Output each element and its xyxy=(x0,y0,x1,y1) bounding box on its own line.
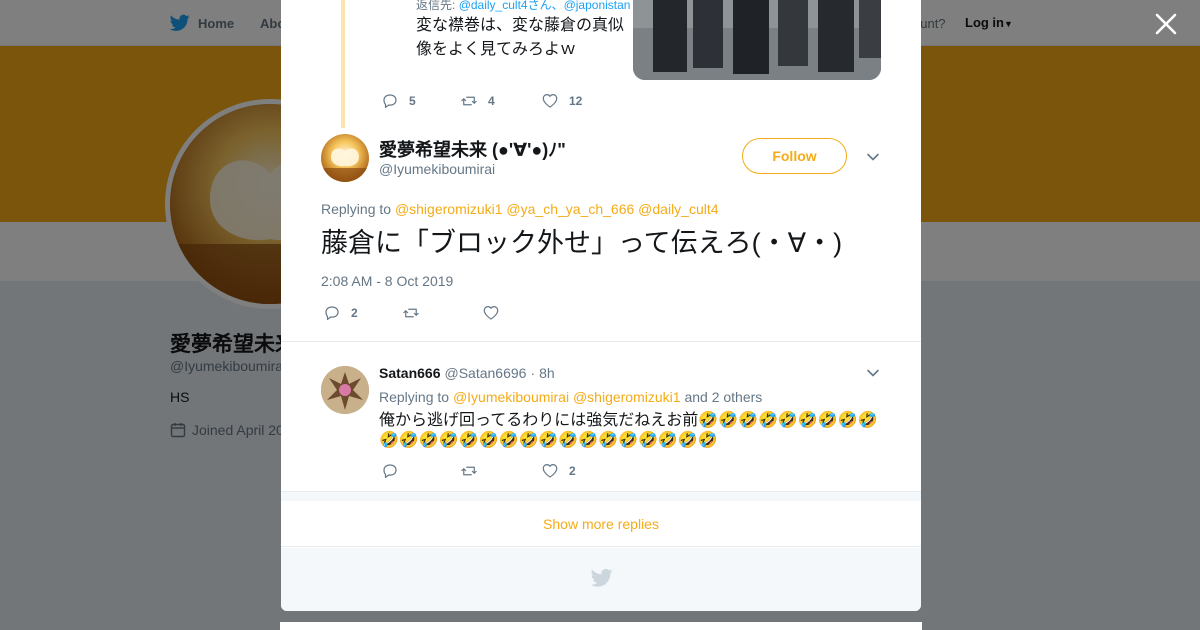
retweet-icon xyxy=(461,466,477,476)
mention-link[interactable]: @Iyumekiboumirai xyxy=(453,389,569,405)
reply-icon xyxy=(383,94,397,108)
like-icon xyxy=(542,94,558,108)
tweet-modal: 返信先: @daily_cult4さん、@japonistan 変な襟巻は、変な… xyxy=(281,0,921,611)
previous-mentions[interactable]: @daily_cult4さん、@japonistan xyxy=(459,0,631,12)
reply-separator: · xyxy=(530,365,536,381)
previous-tweet-text: 変な襟巻は、変な藤倉の真似像をよく見てみろよｗ xyxy=(416,17,625,58)
twitter-bird-icon xyxy=(591,568,613,587)
reply-author-name[interactable]: Satan666 xyxy=(379,365,440,381)
main-tweet-replying-to: Replying to @shigeromizuki1 @ya_ch_ya_ch… xyxy=(321,201,719,217)
main-tweet-timestamp[interactable]: 2:08 AM - 8 Oct 2019 xyxy=(321,273,453,289)
retweet-icon xyxy=(403,308,419,318)
previous-reply-count: 5 xyxy=(409,94,416,108)
main-tweet-author-name[interactable]: 愛夢希望未来 (●'∀'●)ﾉ" xyxy=(379,136,566,162)
replying-prefix: Replying to xyxy=(379,389,450,405)
reply-like-count: 2 xyxy=(569,464,576,478)
reply-like-action[interactable]: 2 xyxy=(541,462,576,480)
replying-prefix: Replying to xyxy=(321,201,392,217)
reply-time[interactable]: 8h xyxy=(539,365,555,381)
reply-text: 俺から逃げ回ってるわりには強気だねえお前🤣🤣🤣🤣🤣🤣🤣🤣🤣🤣🤣🤣🤣🤣🤣🤣🤣🤣🤣🤣… xyxy=(379,412,878,449)
crowd-photo-image xyxy=(633,0,881,80)
reply-icon xyxy=(383,464,397,478)
retweet-icon xyxy=(461,96,477,106)
previous-replying-prefix: 返信先: xyxy=(416,0,456,12)
chevron-down-icon[interactable] xyxy=(866,366,880,380)
like-icon xyxy=(483,306,499,320)
chevron-down-icon[interactable] xyxy=(866,150,880,164)
main-reply-action[interactable]: 2 xyxy=(323,304,358,322)
mention-link[interactable]: @ya_ch_ya_ch_666 xyxy=(506,201,634,217)
close-icon[interactable] xyxy=(1154,12,1178,36)
previous-replying-line: 返信先: @daily_cult4さん、@japonistan xyxy=(416,0,630,13)
reply-avatar[interactable] xyxy=(321,366,369,414)
mention-link[interactable]: @shigeromizuki1 xyxy=(395,201,503,217)
main-like-action[interactable] xyxy=(482,304,500,322)
divider xyxy=(281,341,921,342)
previous-retweet-action[interactable]: 4 xyxy=(460,92,495,110)
avatar-image xyxy=(321,134,369,182)
thread-connector xyxy=(341,0,345,128)
previous-like-count: 12 xyxy=(569,94,583,108)
section-gap xyxy=(281,491,921,501)
follow-button[interactable]: Follow xyxy=(742,138,847,174)
main-retweet-action[interactable] xyxy=(402,304,420,322)
main-reply-count: 2 xyxy=(351,306,358,320)
reply-others[interactable]: and 2 others xyxy=(684,389,762,405)
next-modal-edge xyxy=(280,622,922,630)
avatar-image xyxy=(321,366,369,414)
reply-retweet-action[interactable] xyxy=(460,462,478,480)
like-icon xyxy=(542,464,558,478)
reply-replying-to: Replying to @Iyumekiboumirai @shigeromiz… xyxy=(379,389,762,405)
reply-reply-action[interactable] xyxy=(381,462,399,480)
reply-icon xyxy=(325,306,339,320)
previous-retweet-count: 4 xyxy=(488,94,495,108)
show-more-replies-button[interactable]: Show more replies xyxy=(281,501,921,547)
previous-tweet-photo[interactable] xyxy=(633,0,881,80)
modal-footer xyxy=(281,548,921,611)
main-tweet-text: 藤倉に「ブロック外せ」って伝えろ(・∀・) xyxy=(321,228,843,258)
previous-like-action[interactable]: 12 xyxy=(541,92,582,110)
previous-reply-action[interactable]: 5 xyxy=(381,92,416,110)
mention-link[interactable]: @daily_cult4 xyxy=(638,201,718,217)
main-tweet-author-handle[interactable]: @Iyumekiboumirai xyxy=(379,161,495,177)
main-tweet-avatar[interactable] xyxy=(321,134,369,182)
mention-link[interactable]: @shigeromizuki1 xyxy=(573,389,681,405)
reply-author-handle[interactable]: @Satan6696 xyxy=(444,365,526,381)
reply-header: Satan666 @Satan6696 · 8h xyxy=(379,365,555,381)
